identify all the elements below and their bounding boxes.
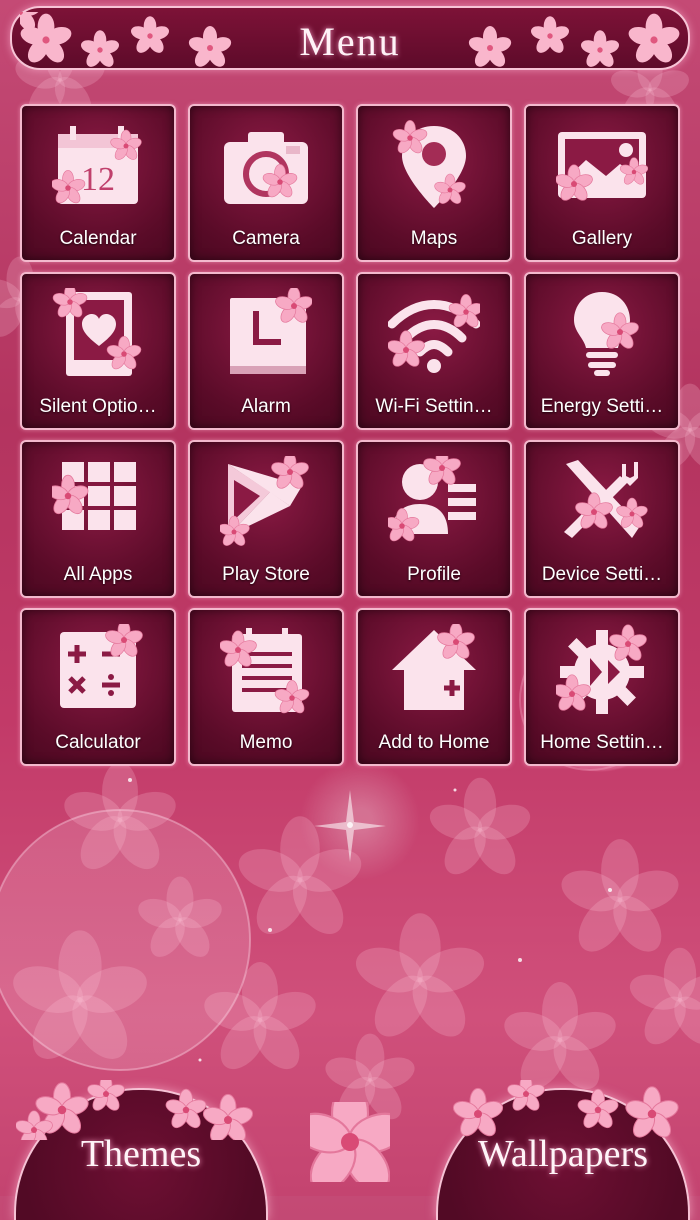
app-tile-maps[interactable]: Maps (356, 104, 512, 262)
grid-icon (52, 462, 136, 530)
app-label: Camera (232, 228, 300, 249)
app-label: Memo (239, 732, 293, 753)
app-label: Silent Optio… (39, 396, 157, 417)
wallpapers-button[interactable]: Wallpapers (436, 1080, 690, 1220)
app-label: Maps (410, 228, 458, 249)
profile-icon (388, 456, 476, 545)
play-store-icon (220, 456, 311, 548)
camera-icon (224, 132, 308, 204)
app-label: Calculator (55, 732, 141, 753)
calculator-icon (60, 624, 144, 708)
app-label: Alarm (241, 396, 291, 417)
app-tile-calendar[interactable]: 12 Calendar (20, 104, 176, 262)
app-tile-alarm[interactable]: Alarm (188, 272, 344, 430)
app-tile-energy-settings[interactable]: Energy Setti… (524, 272, 680, 430)
app-tile-device-settings[interactable]: Device Setti… (524, 440, 680, 598)
app-tile-play-store[interactable]: Play Store (188, 440, 344, 598)
app-tile-all-apps[interactable]: All Apps (20, 440, 176, 598)
app-label: Calendar (59, 228, 137, 249)
app-tile-gallery[interactable]: Gallery (524, 104, 680, 262)
app-label: Wi-Fi Settin… (375, 396, 493, 417)
app-label: Device Setti… (541, 564, 663, 585)
app-label: Profile (407, 564, 461, 585)
app-tile-silent-options[interactable]: Silent Optio… (20, 272, 176, 430)
themes-flowers (16, 1080, 256, 1140)
app-label: Energy Setti… (540, 396, 664, 417)
header-flowers-right (466, 13, 680, 68)
app-tile-calculator[interactable]: Calculator (20, 608, 176, 766)
add-home-icon (392, 624, 477, 710)
app-tile-profile[interactable]: Profile (356, 440, 512, 598)
app-label: Gallery (571, 228, 633, 249)
wallpapers-flowers (450, 1080, 682, 1140)
gallery-icon (556, 132, 648, 204)
wallpapers-label: Wallpapers (478, 1133, 648, 1175)
app-label: Play Store (222, 564, 310, 585)
app-label: Home Settin… (540, 732, 664, 753)
menu-header: Menu (10, 6, 690, 70)
app-tile-home-settings[interactable]: Home Settin… (524, 608, 680, 766)
app-tile-add-to-home[interactable]: Add to Home (356, 608, 512, 766)
gear-icon (556, 624, 648, 714)
calendar-day: 12 (81, 161, 115, 198)
clock-icon (230, 288, 312, 374)
calendar-icon: 12 (52, 126, 144, 207)
map-pin-icon (391, 120, 468, 208)
wifi-icon (388, 293, 480, 373)
app-tile-camera[interactable]: Camera (188, 104, 344, 262)
tools-icon (564, 460, 648, 538)
app-tile-memo[interactable]: Memo (188, 608, 344, 766)
app-label: Add to Home (378, 732, 490, 753)
center-flower-icon (310, 1102, 390, 1182)
app-label: All Apps (63, 564, 133, 585)
app-tile-wifi-settings[interactable]: Wi-Fi Settin… (356, 272, 512, 430)
silent-heart-icon (52, 288, 143, 376)
lightbulb-icon (574, 292, 641, 376)
themes-label: Themes (80, 1133, 202, 1175)
memo-icon (220, 628, 311, 716)
themes-button[interactable]: Themes (14, 1080, 268, 1220)
